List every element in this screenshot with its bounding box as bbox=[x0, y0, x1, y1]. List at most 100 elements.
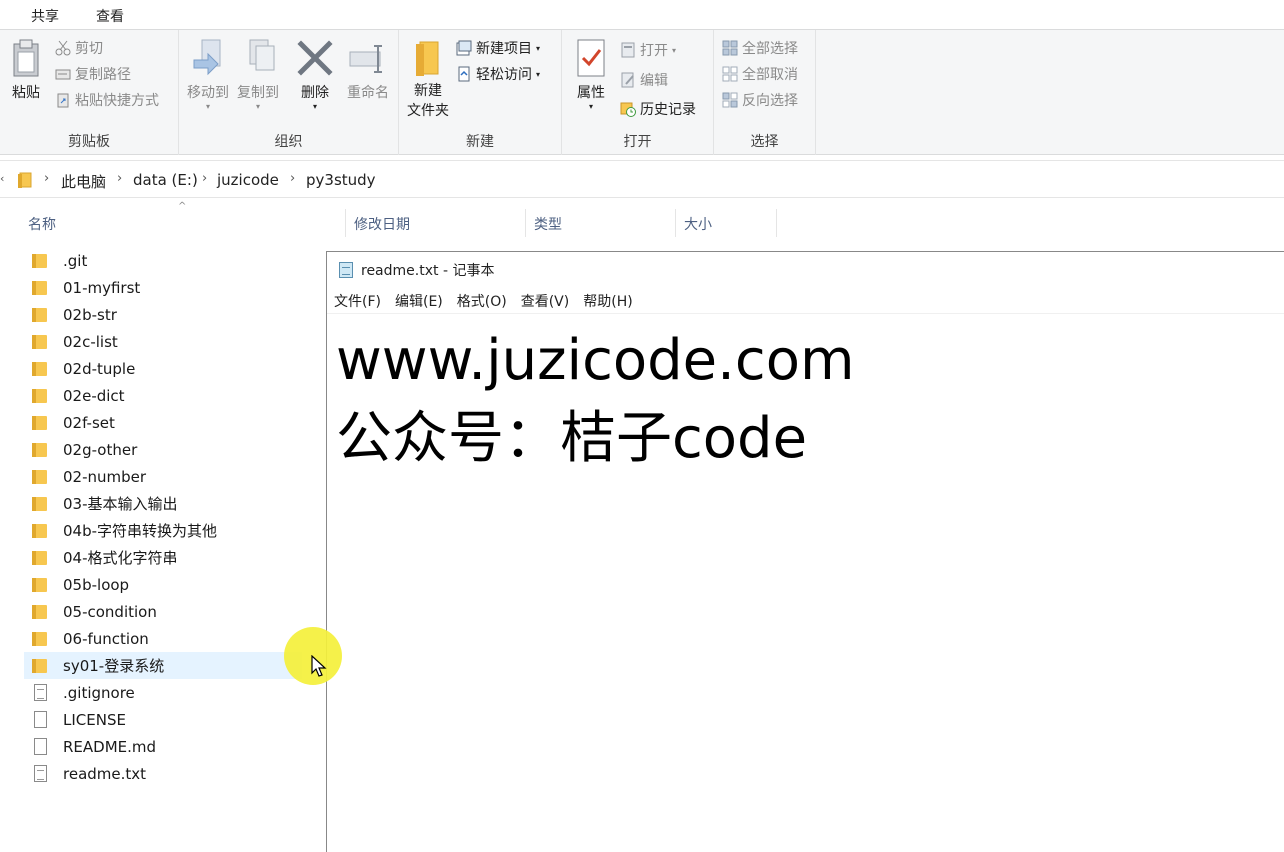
file-name: 01-myfirst bbox=[63, 278, 141, 297]
file-list-item[interactable]: 02g-other bbox=[24, 436, 302, 463]
move-to-label: 移动到 bbox=[187, 85, 229, 101]
history-button[interactable]: 历史记录 bbox=[620, 98, 696, 120]
breadcrumb-this-pc[interactable]: 此电脑 bbox=[61, 171, 106, 192]
open-button[interactable]: 打开 ▾ bbox=[620, 39, 676, 61]
folder-icon bbox=[32, 549, 48, 567]
column-header-date[interactable]: 修改日期 bbox=[354, 214, 410, 234]
tab-view[interactable]: 查看 bbox=[96, 6, 124, 26]
folder-icon bbox=[32, 522, 48, 540]
copy-path-button[interactable]: 复制路径 bbox=[55, 63, 131, 85]
clipboard-icon bbox=[13, 39, 39, 77]
file-name: 06-function bbox=[63, 629, 149, 648]
column-divider[interactable] bbox=[525, 209, 526, 237]
select-group: 全部选择 全部取消 反向选择 选择 bbox=[714, 30, 816, 155]
file-list-item[interactable]: 02b-str bbox=[24, 301, 302, 328]
folder-icon bbox=[32, 576, 48, 594]
file-name: .gitignore bbox=[63, 683, 135, 702]
properties-button[interactable]: 属性 ▾ bbox=[568, 38, 614, 111]
menu-view[interactable]: 查看(V) bbox=[521, 291, 570, 311]
file-list-item[interactable]: LICENSE bbox=[24, 706, 302, 733]
text-file-icon bbox=[32, 683, 48, 702]
file-name: 02e-dict bbox=[63, 386, 125, 405]
column-divider[interactable] bbox=[675, 209, 676, 237]
new-item-button[interactable]: 新建项目 ▾ bbox=[456, 37, 540, 59]
delete-button[interactable]: 删除 ▾ bbox=[291, 38, 339, 111]
file-list-item[interactable]: 04-格式化字符串 bbox=[24, 544, 302, 571]
menu-file[interactable]: 文件(F) bbox=[334, 291, 381, 311]
text-file-icon bbox=[32, 764, 48, 783]
file-list-item[interactable]: 06-function bbox=[24, 625, 302, 652]
file-name: 03-基本输入输出 bbox=[63, 495, 178, 513]
folder-icon bbox=[32, 414, 48, 432]
breadcrumb-juzicode[interactable]: juzicode bbox=[217, 171, 279, 189]
rename-button[interactable]: 重命名 bbox=[341, 38, 395, 102]
menu-edit[interactable]: 编辑(E) bbox=[395, 291, 443, 311]
open-group-label: 打开 bbox=[623, 134, 652, 150]
folder-icon bbox=[32, 603, 48, 621]
file-list-item[interactable]: .git bbox=[24, 247, 302, 274]
copy-to-caret-icon: ▾ bbox=[255, 102, 260, 111]
file-name: 05-condition bbox=[63, 602, 157, 621]
new-item-label: 新建项目 bbox=[476, 41, 532, 57]
cut-button[interactable]: 剪切 bbox=[55, 37, 103, 59]
paste-button[interactable]: 粘贴 bbox=[6, 38, 46, 102]
file-list-item[interactable]: 03-基本输入输出 bbox=[24, 490, 302, 517]
file-list-item[interactable]: 02f-set bbox=[24, 409, 302, 436]
select-all-button[interactable]: 全部选择 bbox=[722, 37, 798, 59]
copy-to-button[interactable]: 复制到 ▾ bbox=[233, 38, 283, 111]
file-list-item[interactable]: 04b-字符串转换为其他 bbox=[24, 517, 302, 544]
menu-help[interactable]: 帮助(H) bbox=[583, 291, 632, 311]
scissors-icon bbox=[55, 40, 71, 56]
column-header-size[interactable]: 大小 bbox=[684, 214, 712, 234]
edit-label: 编辑 bbox=[640, 73, 668, 89]
properties-caret-icon: ▾ bbox=[588, 102, 593, 111]
breadcrumb-py3study[interactable]: py3study bbox=[306, 171, 376, 189]
file-list-item[interactable]: 02e-dict bbox=[24, 382, 302, 409]
edit-button[interactable]: 编辑 bbox=[620, 69, 668, 91]
notepad-window[interactable]: readme.txt - 记事本 文件(F) 编辑(E) 格式(O) 查看(V)… bbox=[326, 251, 1284, 852]
file-list-item[interactable]: sy01-登录系统 bbox=[24, 652, 302, 679]
file-name: 04-格式化字符串 bbox=[63, 549, 178, 567]
open-caret-icon: ▾ bbox=[672, 45, 677, 55]
file-list-item[interactable]: readme.txt bbox=[24, 760, 302, 787]
folder-icon bbox=[32, 279, 48, 297]
new-folder-button[interactable]: 新建 文件夹 bbox=[403, 38, 453, 120]
column-header-type[interactable]: 类型 bbox=[534, 214, 562, 234]
select-none-button[interactable]: 全部取消 bbox=[722, 63, 798, 85]
new-folder-label-line1: 新建 bbox=[414, 83, 442, 99]
column-divider[interactable] bbox=[345, 209, 346, 237]
select-none-label: 全部取消 bbox=[742, 67, 798, 83]
file-name: .git bbox=[63, 251, 88, 270]
easy-access-button[interactable]: 轻松访问 ▾ bbox=[456, 63, 540, 85]
column-header-name[interactable]: 名称 bbox=[28, 214, 56, 234]
notepad-text-area[interactable]: www.juzicode.com 公众号：桔子code bbox=[336, 322, 855, 478]
file-list-item[interactable]: 01-myfirst bbox=[24, 274, 302, 301]
invert-selection-label: 反向选择 bbox=[742, 93, 798, 109]
new-group-label: 新建 bbox=[466, 134, 494, 150]
select-group-label: 选择 bbox=[750, 134, 779, 150]
move-to-button[interactable]: 移动到 ▾ bbox=[183, 38, 233, 111]
column-divider[interactable] bbox=[776, 209, 777, 237]
file-list-item[interactable]: 02-number bbox=[24, 463, 302, 490]
tab-share[interactable]: 共享 bbox=[31, 6, 59, 26]
open-icon bbox=[620, 42, 636, 58]
select-all-label: 全部选择 bbox=[742, 41, 798, 57]
address-bar[interactable]: ‹ › 此电脑 › data (E:) › juzicode › py3stud… bbox=[0, 160, 1284, 198]
breadcrumb-data-drive[interactable]: data (E:) bbox=[133, 171, 198, 189]
file-list-item[interactable]: 02d-tuple bbox=[24, 355, 302, 382]
file-name: 02-number bbox=[63, 467, 147, 486]
new-item-caret-icon: ▾ bbox=[536, 43, 541, 53]
notepad-title-bar[interactable]: readme.txt - 记事本 bbox=[327, 252, 1284, 288]
folder-icon bbox=[32, 360, 48, 378]
easy-access-caret-icon: ▾ bbox=[536, 69, 541, 79]
invert-selection-button[interactable]: 反向选择 bbox=[722, 89, 798, 111]
file-list-item[interactable]: 05-condition bbox=[24, 598, 302, 625]
breadcrumb-separator-icon: › bbox=[117, 171, 123, 186]
file-list-item[interactable]: README.md bbox=[24, 733, 302, 760]
menu-format[interactable]: 格式(O) bbox=[457, 291, 507, 311]
file-list-item[interactable]: .gitignore bbox=[24, 679, 302, 706]
file-list-item[interactable]: 05b-loop bbox=[24, 571, 302, 598]
folder-icon bbox=[32, 441, 48, 459]
paste-shortcut-button[interactable]: 粘贴快捷方式 bbox=[55, 89, 159, 111]
file-list-item[interactable]: 02c-list bbox=[24, 328, 302, 355]
